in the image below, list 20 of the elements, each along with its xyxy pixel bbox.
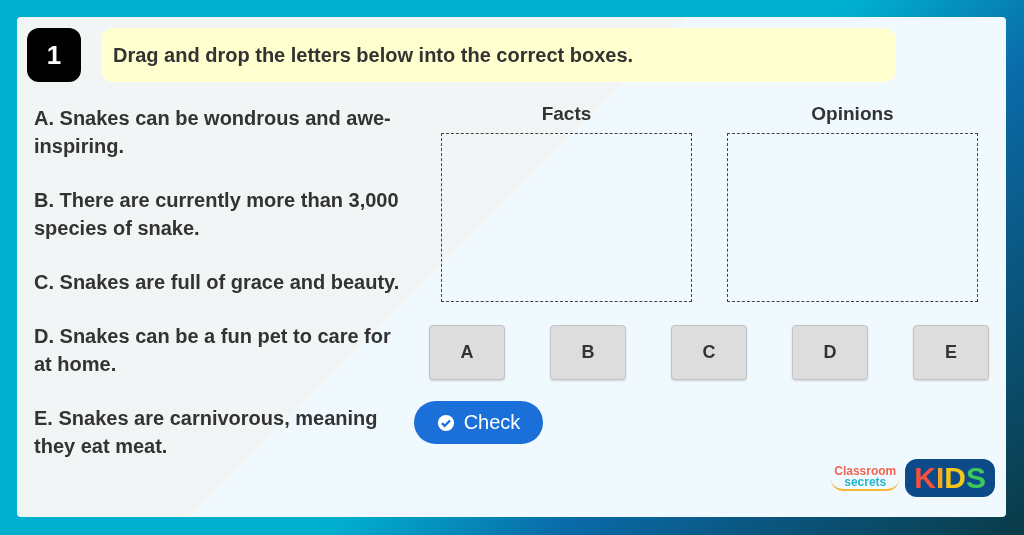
drop-zone-title: Facts [541,103,592,125]
instruction-banner: Drag and drop the letters below into the correct boxes. [101,28,896,82]
question-number: 1 [27,28,81,82]
statement-text: D. Snakes can be a fun pet to care for at home. [34,324,392,377]
letter-tile[interactable]: B [550,325,626,380]
statement-text: B. There are currently more than 3,000 species of snake. [34,188,400,241]
drop-zone-title: Opinions [811,103,894,125]
brand-logo: Classroom secrets [831,465,900,491]
drop-zone[interactable] [727,133,978,302]
statement-text: E. Snakes are carnivorous, meaning they eat meat. [34,406,379,459]
letter-tile[interactable]: C [671,325,747,380]
check-button[interactable]: Check [414,401,543,444]
statement-text: A. Snakes can be wondrous and awe-inspiring. [34,106,392,159]
kids-badge: KIDS [905,459,995,497]
letter-tile[interactable]: A [429,325,505,380]
letter-tile[interactable]: E [913,325,989,380]
drop-zone[interactable] [441,133,692,302]
statement-text: C. Snakes are full of grace and beauty. [34,270,401,295]
check-circle-icon [436,413,455,432]
letter-tile[interactable]: D [792,325,868,380]
